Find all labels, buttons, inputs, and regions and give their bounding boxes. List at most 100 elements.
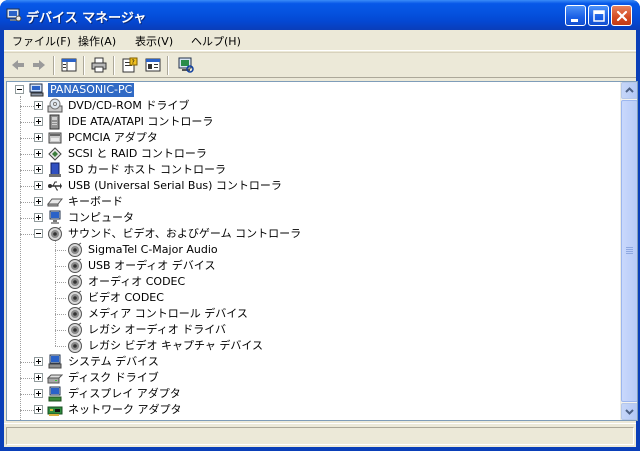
speaker-icon [68,274,82,289]
svg-text:?: ? [132,59,135,66]
tree-connector [20,138,34,139]
tree-connector [55,346,66,347]
toolbar: ? [4,52,636,78]
tree-category[interactable]: サウンド、ビデオ、およびゲーム コントローラ [7,226,619,242]
device-manager-icon [6,8,22,22]
scan-hardware-icon[interactable] [177,57,195,73]
tree-node-label: PCMCIA アダプタ [68,131,158,144]
tree-device[interactable]: USB オーディオ デバイス [7,258,619,274]
tree-connector [20,394,34,395]
print-icon[interactable] [90,57,108,73]
properties-icon[interactable]: ? [120,57,138,73]
expand-button[interactable] [34,197,43,206]
menu-action[interactable]: 操作(A) [78,33,116,49]
window-frame: ファイル(F) 操作(A) 表示(V) ヘルプ(H) ? PANASONIC-P… [4,30,638,447]
tree-connector [55,282,66,283]
expand-button[interactable] [34,357,43,366]
collapse-button[interactable] [34,229,43,238]
status-bar [4,423,636,447]
expand-button[interactable] [34,133,43,142]
tree-node-label: ディスク ドライブ [68,371,159,384]
forward-icon[interactable] [30,57,48,73]
pcmcia-icon [48,132,62,144]
speaker-icon [68,290,82,305]
tree-category[interactable]: ディスプレイ アダプタ [7,386,619,402]
system-device-icon [48,354,62,369]
tree-node-label: PANASONIC-PC [48,83,135,97]
scroll-thumb[interactable] [621,100,637,402]
tree-category[interactable]: ネットワーク アダプタ [7,402,619,418]
minimize-button[interactable] [565,5,586,26]
tree-device[interactable]: メディア コントロール デバイス [7,306,619,322]
expand-button[interactable] [34,165,43,174]
show-hide-tree-icon[interactable] [60,57,78,73]
tree-device[interactable]: ビデオ CODEC [7,290,619,306]
tree-connector [20,170,34,171]
tree-node-label: システム デバイス [68,355,159,368]
tree-category[interactable]: ディスク ドライブ [7,370,619,386]
device-tree[interactable]: PANASONIC-PC DVD/CD-ROM ドライブ IDE ATA/ATAPI… [6,81,638,421]
tree-connector [55,250,66,251]
tree-category[interactable]: SD カード ホスト コントローラ [7,162,619,178]
tree-device[interactable]: SigmaTel C-Major Audio [7,242,619,258]
expand-button[interactable] [34,149,43,158]
tree-category[interactable]: コンピュータ [7,210,619,226]
expand-button[interactable] [34,373,43,382]
tree-connector [20,154,34,155]
tree-connector [20,362,34,363]
scroll-down-button[interactable] [621,403,637,420]
ide-controller-icon [49,114,60,130]
chevron-down-icon [625,409,634,415]
tree-connector [20,410,34,411]
tree-category[interactable]: PCMCIA アダプタ [7,130,619,146]
tree-category[interactable]: USB (Universal Serial Bus) コントローラ [7,178,619,194]
tree-node-label: SD カード ホスト コントローラ [68,163,226,176]
scroll-up-button[interactable] [621,82,637,99]
usb-icon [48,181,62,191]
maximize-icon [593,10,605,22]
minimize-icon [571,19,578,22]
tree-connector [55,241,56,346]
back-icon[interactable] [9,57,27,73]
tree-node-label: レガシ オーディオ ドライバ [88,323,227,336]
tree-device[interactable]: レガシ ビデオ キャプチャ デバイス [7,338,619,354]
tree-category[interactable]: キーボード [7,194,619,210]
tree-connector [55,266,66,267]
speaker-icon [68,322,82,337]
expand-button[interactable] [34,181,43,190]
tree-node-label: キーボード [68,195,123,208]
expand-button[interactable] [34,405,43,414]
tree-category[interactable]: DVD/CD-ROM ドライブ [7,98,619,114]
disk-drive-icon [47,374,63,384]
network-adapter-icon [47,406,63,416]
tree-root[interactable]: PANASONIC-PC [7,82,619,98]
expand-button[interactable] [34,389,43,398]
menu-file[interactable]: ファイル(F) [12,33,71,49]
vertical-scrollbar[interactable] [620,82,637,420]
tree-device[interactable]: オーディオ CODEC [7,274,619,290]
scroll-grip [626,253,633,254]
tree-category[interactable]: IDE ATA/ATAPI コントローラ [7,114,619,130]
collapse-button[interactable] [15,85,24,94]
expand-button[interactable] [34,117,43,126]
toolbar-separator [83,56,85,75]
scroll-grip [626,249,633,250]
close-button[interactable] [611,5,632,26]
maximize-button[interactable] [588,5,609,26]
menu-view[interactable]: 表示(V) [135,33,173,49]
scroll-grip [626,251,633,252]
tree-category[interactable]: システム デバイス [7,354,619,370]
tree-device[interactable]: レガシ オーディオ ドライバ [7,322,619,338]
speaker-icon [68,306,82,321]
expand-button[interactable] [34,213,43,222]
tree-category[interactable]: SCSI と RAID コントローラ [7,146,619,162]
scsi-icon [48,147,62,161]
tree-node-label: SCSI と RAID コントローラ [68,147,207,160]
tree-node-label: コンピュータ [68,211,134,224]
title-bar[interactable]: デバイス マネージャ [0,0,640,30]
expand-button[interactable] [34,101,43,110]
help-icon[interactable] [144,57,162,73]
menu-help[interactable]: ヘルプ(H) [191,33,241,49]
display-adapter-icon [48,386,62,402]
window-title: デバイス マネージャ [26,11,147,26]
